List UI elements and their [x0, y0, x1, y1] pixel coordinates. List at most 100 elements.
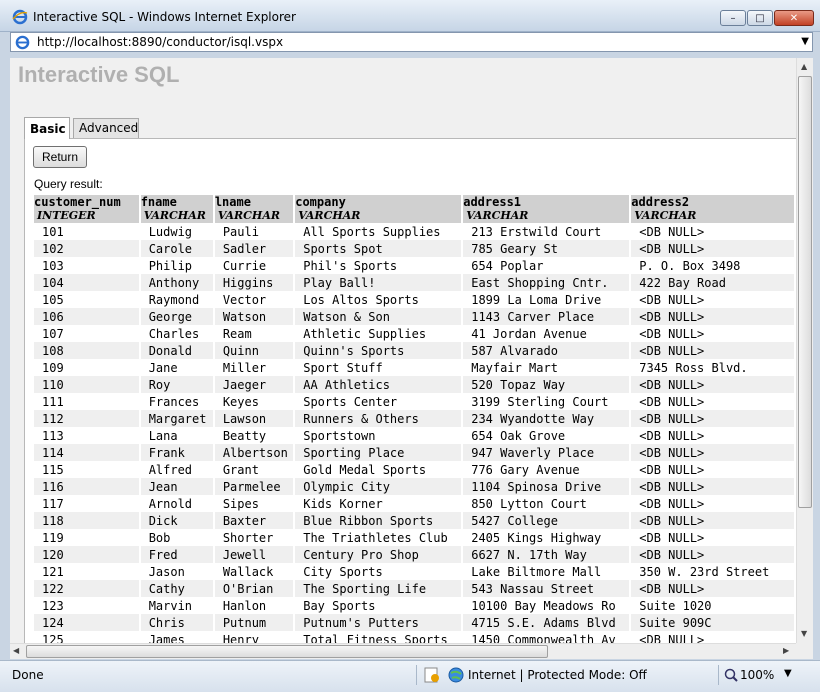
table-cell: 1450 Commonwealth Av	[463, 631, 630, 643]
table-cell: 1143 Carver Place	[463, 308, 630, 325]
table-cell: Athletic Supplies	[295, 325, 462, 342]
address-bar[interactable]: http://localhost:8890/conductor/isql.vsp…	[10, 32, 813, 52]
table-cell: <DB NULL>	[631, 631, 794, 643]
table-cell: Century Pro Shop	[295, 546, 462, 563]
ie-page-icon	[15, 35, 30, 50]
table-cell: 109	[34, 359, 139, 376]
column-name: address2	[631, 196, 690, 209]
table-cell: Anthony	[140, 274, 213, 291]
table-cell: Quinn	[214, 342, 294, 359]
tab-advanced[interactable]: Advanced	[73, 118, 139, 138]
table-cell: O'Brian	[214, 580, 294, 597]
table-cell: 776 Gary Avenue	[463, 461, 630, 478]
url-text[interactable]: http://localhost:8890/conductor/isql.vsp…	[37, 35, 283, 49]
table-cell: Bob	[140, 529, 213, 546]
table-row: 116 Jean Parmelee Olympic City 1104 Spinosa …	[34, 478, 794, 495]
table-cell: <DB NULL>	[631, 427, 794, 444]
scroll-right-icon[interactable]: ▶	[783, 646, 789, 655]
table-row: 103 Philip Currie Phil's Sports 654 Poplar P.…	[34, 257, 794, 274]
minimize-button[interactable]: –	[720, 10, 746, 26]
maximize-button[interactable]: □	[747, 10, 773, 26]
table-cell: Beatty	[214, 427, 294, 444]
table-cell: 587 Alvarado	[463, 342, 630, 359]
table-cell: Grant	[214, 461, 294, 478]
column-header-fname: fname VARCHAR	[140, 195, 213, 223]
column-header-customer_num: customer_num INTEGER	[34, 195, 139, 223]
table-cell: Shorter	[214, 529, 294, 546]
query-result-label: Query result:	[34, 177, 103, 191]
table-cell: 107	[34, 325, 139, 342]
table-cell: 1899 La Loma Drive	[463, 291, 630, 308]
table-cell: 110	[34, 376, 139, 393]
table-cell: Lana	[140, 427, 213, 444]
table-cell: <DB NULL>	[631, 393, 794, 410]
table-cell: 41 Jordan Avenue	[463, 325, 630, 342]
table-cell: Currie	[214, 257, 294, 274]
table-cell: City Sports	[295, 563, 462, 580]
table-header-row: customer_num INTEGER fname VARCHAR lname VARC…	[34, 195, 794, 223]
table-cell: 119	[34, 529, 139, 546]
table-cell: Olympic City	[295, 478, 462, 495]
scroll-down-icon[interactable]: ▼	[801, 629, 807, 638]
table-cell: Carole	[140, 240, 213, 257]
table-cell: 104	[34, 274, 139, 291]
table-cell: Frank	[140, 444, 213, 461]
table-cell: Sports Spot	[295, 240, 462, 257]
address-dropdown-icon[interactable]: ▼	[801, 36, 809, 47]
internet-globe-icon	[448, 667, 464, 683]
table-cell: 111	[34, 393, 139, 410]
zoom-level[interactable]: 100%	[740, 668, 774, 682]
return-button[interactable]: Return	[33, 146, 87, 168]
security-zone-text[interactable]: Internet | Protected Mode: Off	[468, 668, 647, 682]
column-type: VARCHAR	[298, 209, 361, 222]
table-cell: 654 Oak Grove	[463, 427, 630, 444]
zoom-dropdown-icon[interactable]: ▼	[784, 668, 792, 679]
table-cell: 350 W. 23rd Street	[631, 563, 794, 580]
table-cell: Henry	[214, 631, 294, 643]
horizontal-scroll-thumb[interactable]	[26, 645, 548, 658]
table-cell: 520 Topaz Way	[463, 376, 630, 393]
close-button[interactable]: ✕	[774, 10, 814, 26]
table-row: 109 Jane Miller Sport Stuff Mayfair Mart 7345…	[34, 359, 794, 376]
scroll-left-icon[interactable]: ◀	[13, 646, 19, 655]
table-cell: <DB NULL>	[631, 308, 794, 325]
tab-basic[interactable]: Basic	[24, 117, 70, 140]
ie-icon	[12, 9, 28, 25]
table-cell: Miller	[214, 359, 294, 376]
zoom-icon[interactable]	[724, 668, 738, 682]
status-text: Done	[12, 668, 44, 682]
tab-bar: Basic Advanced	[24, 117, 796, 140]
table-cell: James	[140, 631, 213, 643]
table-cell: P. O. Box 3498	[631, 257, 794, 274]
window-titlebar[interactable]: Interactive SQL - Windows Internet Explo…	[0, 0, 820, 32]
table-cell: All Sports Supplies	[295, 223, 462, 240]
table-cell: Putnum's Putters	[295, 614, 462, 631]
horizontal-scrollbar[interactable]: ◀ ▶	[10, 643, 796, 659]
table-cell: 101	[34, 223, 139, 240]
table-cell: 105	[34, 291, 139, 308]
table-cell: Hanlon	[214, 597, 294, 614]
column-name: fname	[140, 196, 177, 209]
scroll-up-icon[interactable]: ▲	[801, 62, 807, 71]
table-cell: Kids Korner	[295, 495, 462, 512]
table-cell: Gold Medal Sports	[295, 461, 462, 478]
table-cell: 112	[34, 410, 139, 427]
table-cell: Watson & Son	[295, 308, 462, 325]
table-cell: 125	[34, 631, 139, 643]
table-cell: 120	[34, 546, 139, 563]
column-header-address2: address2 VARCHAR	[631, 195, 794, 223]
table-row: 120 Fred Jewell Century Pro Shop 6627 N. 17t…	[34, 546, 794, 563]
column-header-address1: address1 VARCHAR	[463, 195, 630, 223]
table-cell: Pauli	[214, 223, 294, 240]
column-type: VARCHAR	[143, 209, 206, 222]
table-cell: 234 Wyandotte Way	[463, 410, 630, 427]
table-cell: <DB NULL>	[631, 529, 794, 546]
status-divider	[416, 665, 417, 685]
table-cell: Runners & Others	[295, 410, 462, 427]
table-cell: <DB NULL>	[631, 444, 794, 461]
vertical-scrollbar[interactable]: ▲ ▼	[796, 58, 813, 643]
page-warning-icon[interactable]	[424, 667, 440, 683]
table-cell: Jaeger	[214, 376, 294, 393]
vertical-scroll-thumb[interactable]	[798, 76, 812, 508]
table-cell: <DB NULL>	[631, 461, 794, 478]
